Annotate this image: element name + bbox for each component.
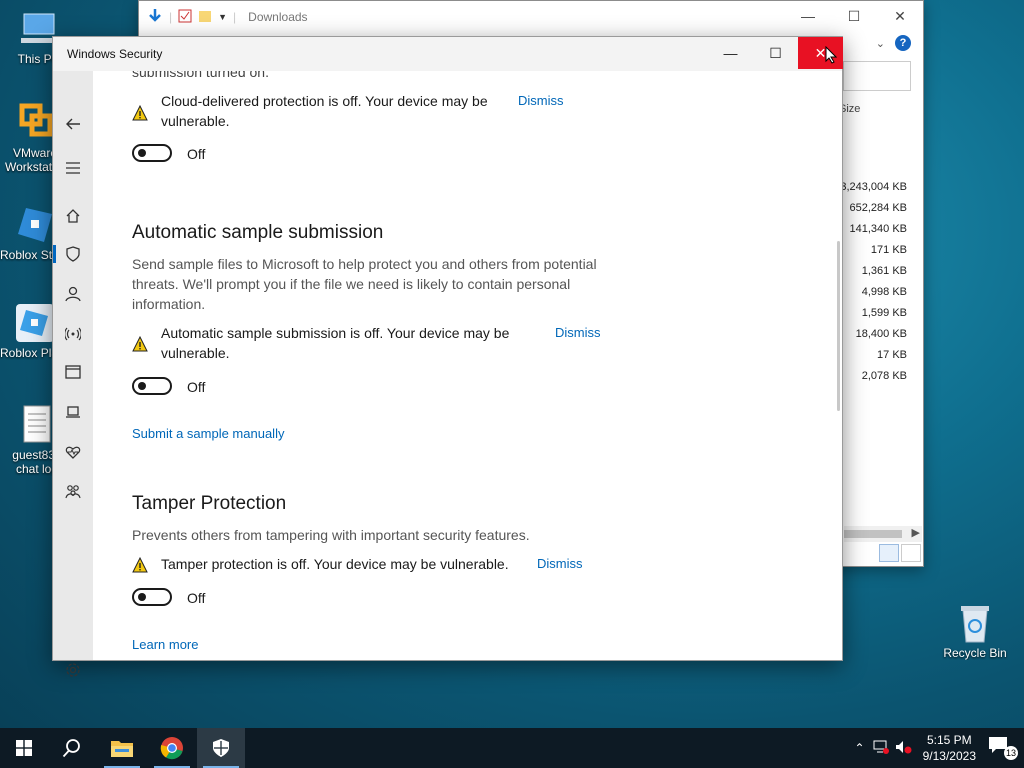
partial-text: submission turned on. bbox=[132, 71, 269, 80]
toggle-state-label: Off bbox=[187, 146, 206, 162]
sample-submission-toggle[interactable] bbox=[132, 377, 172, 395]
shield-icon[interactable] bbox=[53, 239, 93, 269]
scrollbar-thumb[interactable] bbox=[844, 530, 902, 538]
learn-more-link[interactable]: Learn more bbox=[132, 637, 198, 652]
volume-muted-icon[interactable] bbox=[895, 740, 913, 757]
warning-icon bbox=[132, 105, 148, 121]
window-title: Windows Security bbox=[67, 47, 163, 61]
navigation-rail bbox=[53, 71, 93, 677]
file-size: 1,361 KB bbox=[861, 265, 907, 277]
tamper-protection-toggle[interactable] bbox=[132, 588, 172, 606]
chevron-up-icon[interactable]: ⌃ bbox=[855, 741, 865, 755]
cloud-warning-text: Cloud-delivered protection is off. Your … bbox=[161, 93, 488, 129]
back-arrow-icon[interactable] bbox=[53, 109, 93, 139]
dismiss-cloud-link[interactable]: Dismiss bbox=[518, 93, 564, 108]
size-column: 3,243,004 KB 652,284 KB 141,340 KB 171 K… bbox=[840, 177, 907, 387]
roblox-studio-icon bbox=[14, 204, 56, 246]
horizontal-scrollbar[interactable]: ▶ bbox=[844, 526, 922, 542]
file-size: 652,284 KB bbox=[849, 202, 908, 214]
file-size: 2,078 KB bbox=[861, 370, 907, 382]
hamburger-menu-icon[interactable] bbox=[53, 153, 93, 183]
home-icon[interactable] bbox=[53, 201, 93, 231]
family-icon[interactable] bbox=[53, 477, 93, 507]
section-heading-tamper-protection: Tamper Protection bbox=[132, 493, 287, 514]
roblox-player-icon bbox=[14, 302, 56, 344]
expand-ribbon-icon[interactable]: ⌄ bbox=[876, 37, 885, 50]
account-icon[interactable] bbox=[53, 279, 93, 309]
device-security-icon[interactable] bbox=[53, 397, 93, 427]
windows-security-window[interactable]: Windows Security — ☐ ✕ submission turned… bbox=[52, 36, 843, 677]
download-arrow-icon bbox=[147, 8, 163, 27]
sample-description: Send sample files to Microsoft to help p… bbox=[132, 256, 597, 312]
explorer-maximize-button[interactable]: ☐ bbox=[831, 1, 877, 31]
notification-center-button[interactable]: 13 bbox=[988, 736, 1018, 760]
new-folder-icon[interactable] bbox=[198, 9, 212, 26]
health-heart-icon[interactable] bbox=[53, 437, 93, 467]
file-size: 171 KB bbox=[870, 244, 907, 256]
security-titlebar: Windows Security — ☐ ✕ bbox=[53, 37, 843, 71]
mouse-cursor-icon bbox=[825, 46, 837, 64]
minimize-button[interactable]: — bbox=[708, 37, 753, 69]
explorer-title: Downloads bbox=[248, 10, 308, 24]
warning-icon bbox=[132, 336, 148, 352]
file-size: 3,243,004 KB bbox=[840, 181, 907, 193]
dismiss-sample-link[interactable]: Dismiss bbox=[555, 325, 601, 340]
chrome-icon[interactable] bbox=[148, 728, 196, 768]
desktop-icon-recycle-bin[interactable]: Recycle Bin bbox=[940, 602, 1010, 660]
file-size: 17 KB bbox=[877, 349, 907, 361]
settings-gear-icon[interactable] bbox=[53, 655, 93, 685]
sample-warning-text: Automatic sample submission is off. Your… bbox=[161, 325, 510, 361]
properties-icon[interactable] bbox=[178, 9, 192, 26]
chevron-down-icon[interactable]: ▼ bbox=[218, 12, 227, 22]
file-explorer-icon[interactable] bbox=[98, 728, 146, 768]
clock[interactable]: 5:15 PM 9/13/2023 bbox=[923, 732, 976, 764]
maximize-button[interactable]: ☐ bbox=[753, 37, 798, 69]
toggle-state-label: Off bbox=[187, 379, 206, 395]
notification-count-badge: 13 bbox=[1004, 746, 1018, 760]
windows-security-icon[interactable] bbox=[197, 728, 245, 768]
explorer-minimize-button[interactable]: — bbox=[785, 1, 831, 31]
system-tray: ⌃ 5:15 PM 9/13/2023 13 bbox=[855, 728, 1024, 768]
details-view-icon[interactable] bbox=[879, 544, 899, 562]
toggle-state-label: Off bbox=[187, 590, 206, 606]
file-size: 18,400 KB bbox=[855, 328, 907, 340]
warning-icon bbox=[132, 557, 148, 573]
app-browser-icon[interactable] bbox=[53, 357, 93, 387]
help-icon[interactable]: ? bbox=[895, 35, 911, 51]
clock-time: 5:15 PM bbox=[926, 733, 972, 747]
tamper-description: Prevents others from tampering with impo… bbox=[132, 527, 530, 543]
vertical-scrollbar[interactable] bbox=[837, 241, 840, 411]
taskbar: ⌃ 5:15 PM 9/13/2023 13 bbox=[0, 728, 1024, 768]
file-size: 141,340 KB bbox=[849, 223, 908, 235]
recycle-bin-icon bbox=[954, 602, 996, 644]
search-icon[interactable] bbox=[48, 728, 96, 768]
virus-protection-settings: submission turned on. Cloud-delivered pr… bbox=[93, 71, 842, 660]
explorer-search-input[interactable] bbox=[843, 61, 911, 91]
large-icons-view-icon[interactable] bbox=[901, 544, 921, 562]
file-size: 1,599 KB bbox=[861, 307, 907, 319]
cloud-protection-toggle[interactable] bbox=[132, 144, 172, 162]
vmware-icon bbox=[14, 102, 56, 144]
scroll-right-icon[interactable]: ▶ bbox=[912, 526, 920, 539]
dismiss-tamper-link[interactable]: Dismiss bbox=[537, 556, 583, 571]
clock-date: 9/13/2023 bbox=[922, 749, 976, 763]
submit-sample-manually-link[interactable]: Submit a sample manually bbox=[132, 426, 284, 441]
explorer-close-button[interactable]: ✕ bbox=[877, 1, 923, 31]
tamper-warning-text: Tamper protection is off. Your device ma… bbox=[161, 556, 509, 572]
file-size: 4,998 KB bbox=[861, 286, 907, 298]
network-status-icon[interactable] bbox=[873, 740, 889, 757]
section-heading-sample-submission: Automatic sample submission bbox=[132, 222, 384, 243]
start-windows-icon[interactable] bbox=[0, 728, 48, 768]
network-icon[interactable] bbox=[53, 319, 93, 349]
